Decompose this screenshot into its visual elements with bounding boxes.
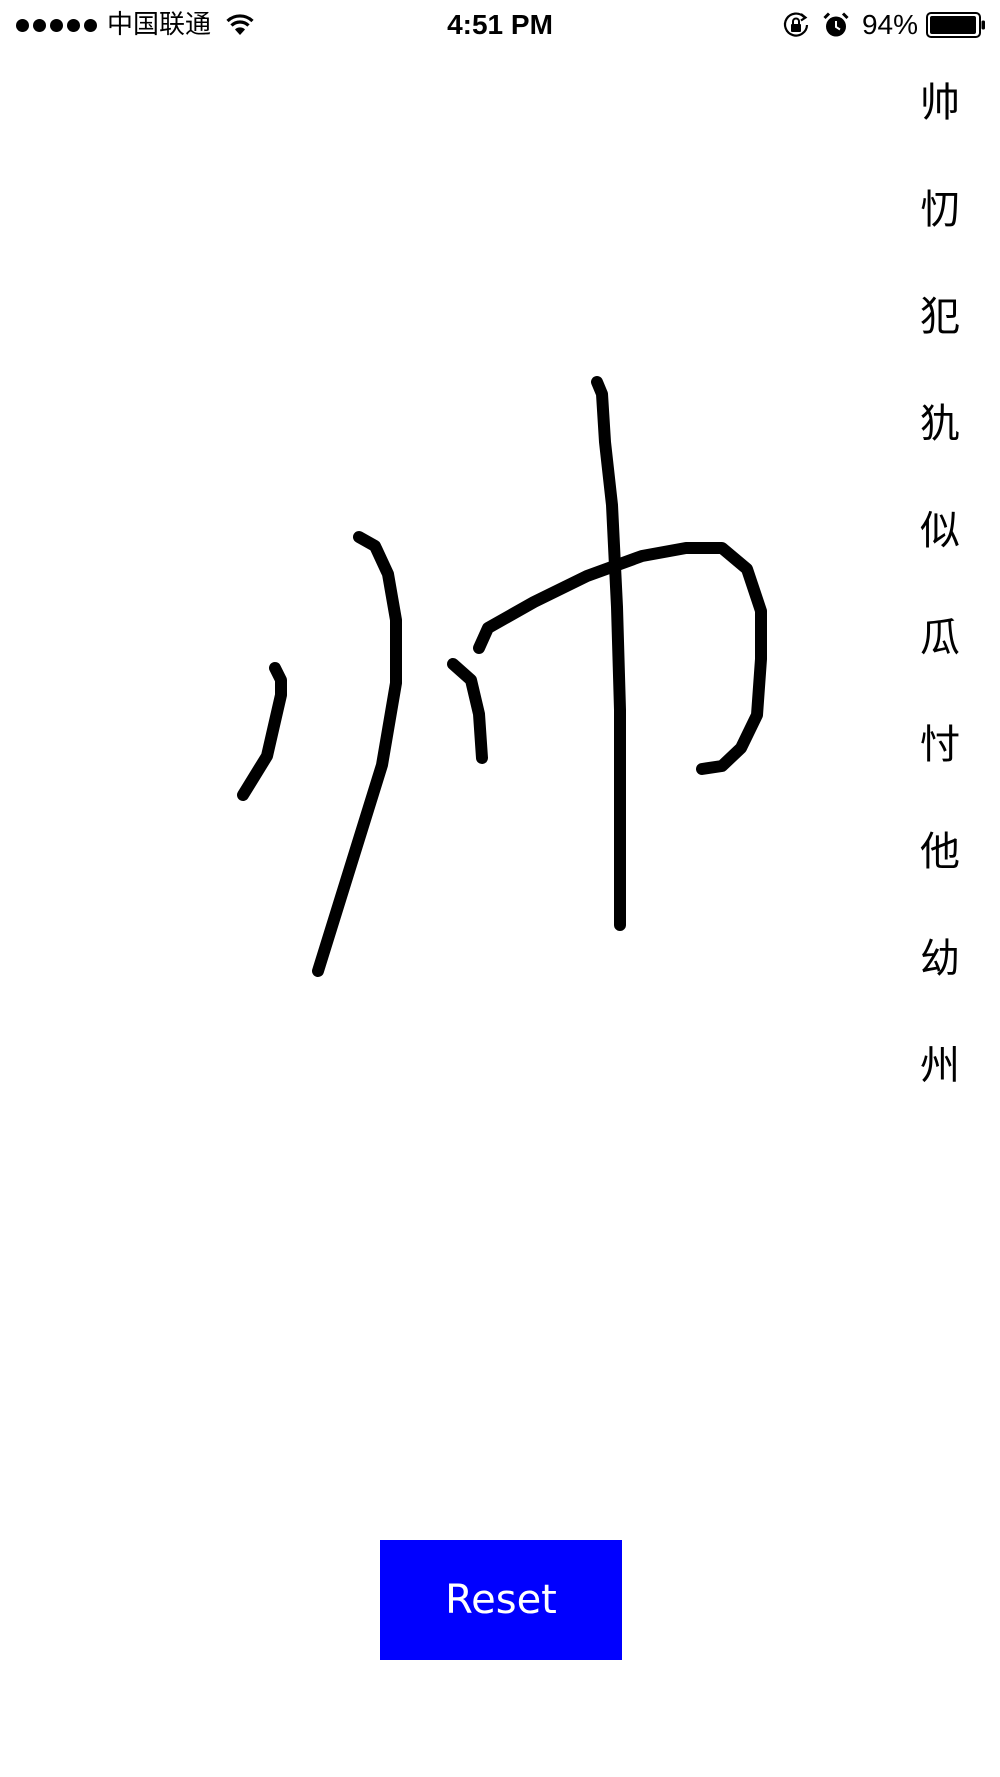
status-bar: 中国联通 4:51 PM 94%: [0, 0, 1000, 50]
candidate-item[interactable]: 忖: [905, 712, 975, 819]
ink-stroke: [591, 376, 626, 931]
candidate-item[interactable]: 犯: [905, 284, 975, 391]
candidate-list: 帅 忉 犯 犰 似 瓜 忖 他 幼 州: [905, 70, 975, 1140]
alarm-icon: [823, 12, 849, 37]
status-right: 94%: [782, 6, 986, 44]
rotation-lock-icon: [783, 12, 809, 37]
battery-percent: 94%: [861, 9, 918, 40]
candidate-item[interactable]: 帅: [905, 70, 975, 177]
candidate-item[interactable]: 幼: [905, 926, 975, 1033]
candidate-item[interactable]: 忉: [905, 177, 975, 284]
battery-icon: [926, 12, 985, 38]
candidate-item[interactable]: 州: [905, 1033, 975, 1140]
reset-button[interactable]: Reset: [380, 1540, 622, 1660]
drawing-canvas[interactable]: [0, 50, 1000, 1500]
ink-stroke: [312, 531, 402, 977]
ink-stroke: [447, 658, 488, 764]
candidate-item[interactable]: 似: [905, 498, 975, 605]
candidate-item[interactable]: 瓜: [905, 605, 975, 712]
ink-stroke: [237, 662, 287, 801]
candidate-item[interactable]: 犰: [905, 391, 975, 498]
candidate-item[interactable]: 他: [905, 819, 975, 926]
